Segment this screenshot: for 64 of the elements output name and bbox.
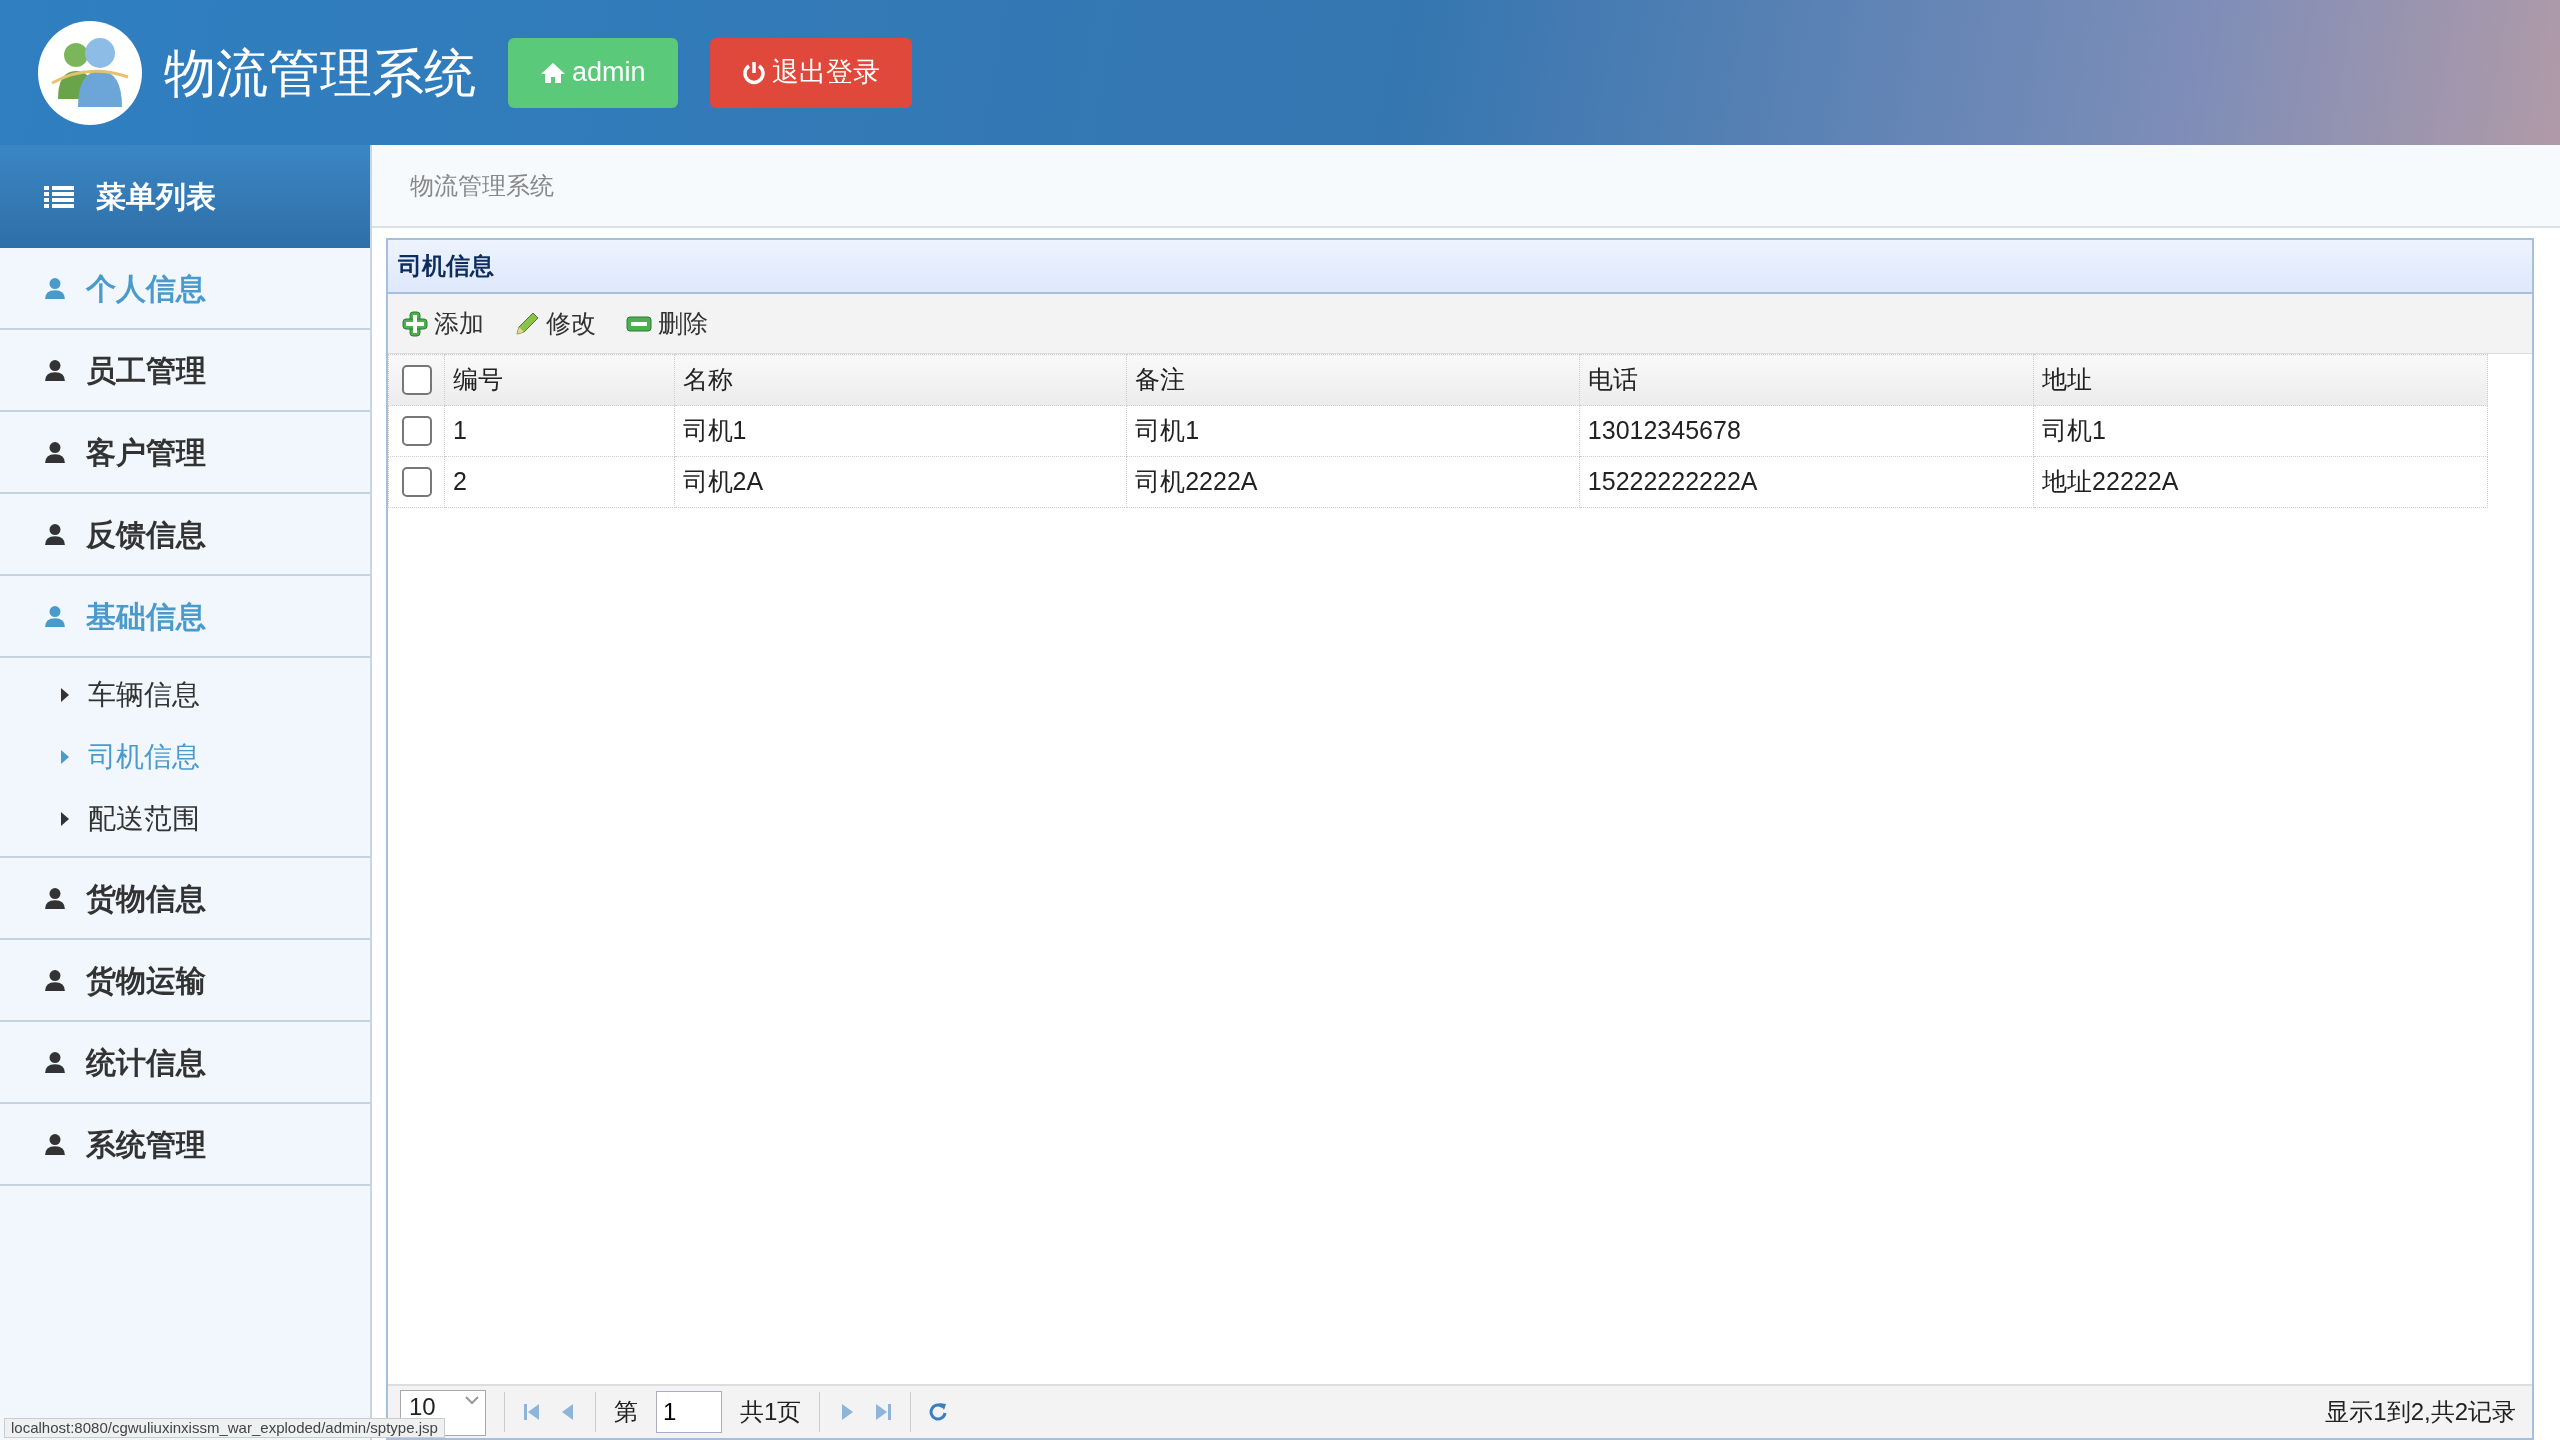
menu-item[interactable]: 统计信息 xyxy=(0,1022,370,1104)
column-header: 名称 xyxy=(674,354,1127,406)
checkbox[interactable] xyxy=(401,416,432,446)
table-cell: 司机2A xyxy=(674,456,1127,508)
menu-item[interactable]: 货物运输 xyxy=(0,940,370,1022)
table-cell: 司机1 xyxy=(2033,405,2488,457)
checkbox[interactable] xyxy=(401,467,432,497)
menu-item[interactable]: 客户管理 xyxy=(0,412,370,494)
person-icon xyxy=(44,887,66,909)
table-cell: 13012345678 xyxy=(1579,405,2034,457)
column-header: 电话 xyxy=(1579,354,2034,406)
caret-icon xyxy=(60,749,70,765)
list-icon xyxy=(44,184,74,209)
table-cell: 地址22222A xyxy=(2033,456,2488,508)
menu-item[interactable]: 员工管理 xyxy=(0,330,370,412)
menu-item[interactable]: 系统管理 xyxy=(0,1104,370,1186)
person-icon xyxy=(44,969,66,991)
refresh-icon xyxy=(929,1402,948,1422)
menu-item[interactable]: 货物信息 xyxy=(0,858,370,940)
record-summary: 显示1到2,共2记录 xyxy=(2325,1397,2516,1427)
checkbox[interactable] xyxy=(401,365,432,395)
page-count: 共1页 xyxy=(740,1397,802,1427)
person-icon xyxy=(44,1051,66,1073)
table-cell: 15222222222A xyxy=(1579,456,2034,508)
page-label: 第 xyxy=(614,1397,638,1427)
first-page-icon xyxy=(523,1402,541,1422)
caret-icon xyxy=(60,687,70,703)
first-page-button[interactable] xyxy=(523,1402,541,1422)
person-icon xyxy=(44,441,66,463)
caret-icon xyxy=(60,811,70,827)
chevron-icon xyxy=(465,1395,479,1405)
menu-item[interactable]: 反馈信息 xyxy=(0,494,370,576)
submenu-item[interactable]: 配送范围 xyxy=(60,788,370,850)
panel-title: 司机信息 xyxy=(398,251,494,281)
table-cell: 1 xyxy=(444,405,675,457)
table-cell: 司机1 xyxy=(674,405,1127,457)
page-input[interactable]: 1 xyxy=(656,1391,722,1433)
sidebar-title: 菜单列表 xyxy=(96,179,216,215)
last-page-button[interactable] xyxy=(874,1402,893,1422)
logout-button[interactable]: 退出登录 xyxy=(709,37,912,108)
pencil-icon xyxy=(514,310,540,337)
last-page-icon xyxy=(874,1402,893,1422)
submenu-item[interactable]: 车辆信息 xyxy=(60,664,370,726)
person-icon xyxy=(44,1133,66,1155)
table-cell: 司机1 xyxy=(1126,405,1580,457)
person-icon xyxy=(44,605,66,627)
power-icon xyxy=(741,60,766,85)
edit-button[interactable]: 修改 xyxy=(514,304,596,343)
person-icon xyxy=(44,523,66,545)
column-header: 编号 xyxy=(444,354,675,406)
add-button[interactable]: 添加 xyxy=(402,304,484,343)
delete-button[interactable]: 删除 xyxy=(626,304,708,343)
table-cell: 司机2222A xyxy=(1126,456,1580,508)
column-header: 地址 xyxy=(2033,354,2488,406)
person-icon xyxy=(44,359,66,381)
plus-icon xyxy=(402,310,428,337)
home-icon xyxy=(540,61,566,84)
breadcrumb: 物流管理系统 xyxy=(410,170,554,201)
app-title: 物流管理系统 xyxy=(164,42,476,104)
person-icon xyxy=(44,277,66,299)
column-header: 备注 xyxy=(1126,354,1580,406)
table-cell: 2 xyxy=(444,456,675,508)
refresh-button[interactable] xyxy=(929,1402,948,1422)
url-tooltip: localhost:8080/cgwuliuxinxissm_war_exploded/admin/sptype.jsp xyxy=(4,1418,445,1438)
